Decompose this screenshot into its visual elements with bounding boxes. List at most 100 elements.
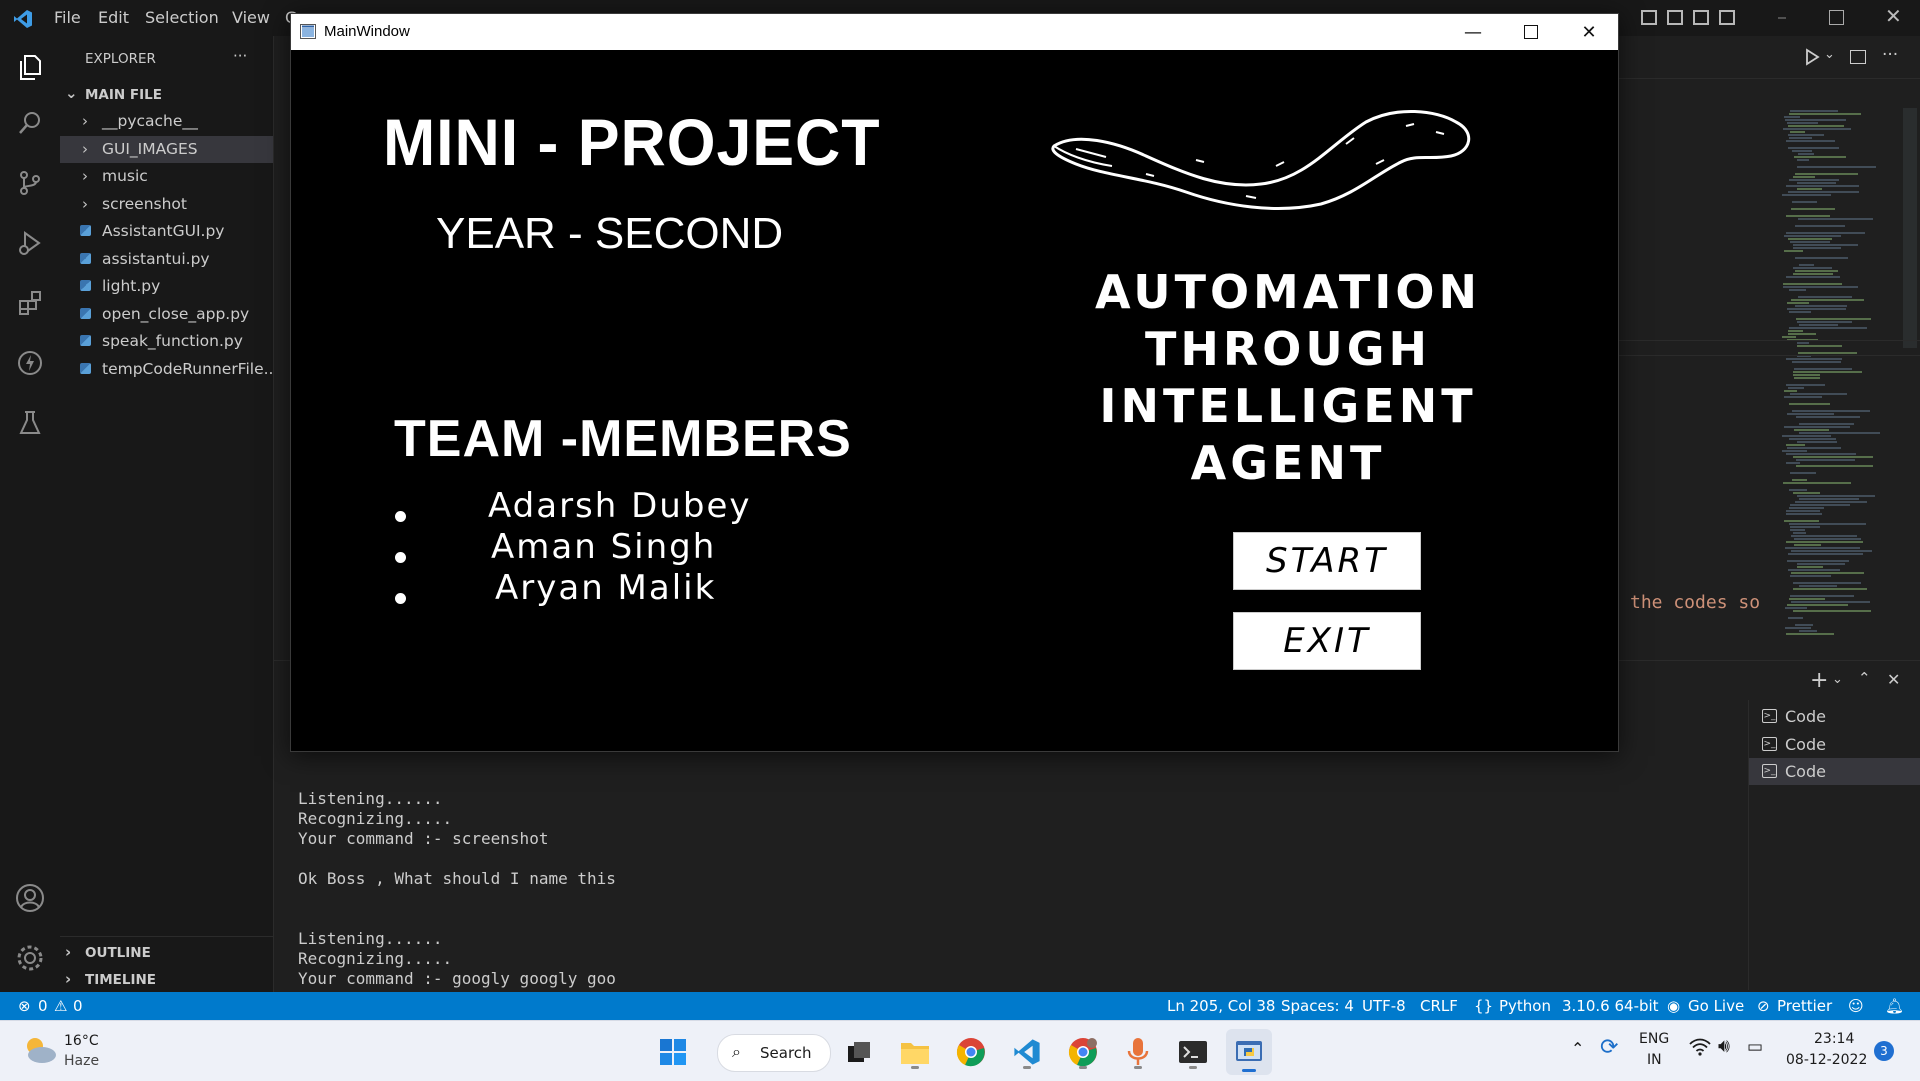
explorer-title: EXPLORER <box>85 51 156 67</box>
main-window-titlebar[interactable]: MainWindow — ✕ <box>291 14 1618 50</box>
tree-folder[interactable]: › music <box>60 163 273 190</box>
settings-gear-icon[interactable] <box>13 941 47 975</box>
warning-count[interactable]: 0 <box>73 997 83 1015</box>
explorer-more-icon[interactable]: ··· <box>233 47 247 65</box>
terminal-dropdown-icon[interactable]: ⌄ <box>1832 672 1843 687</box>
weather-condition[interactable]: Haze <box>64 1053 99 1069</box>
line-ending[interactable]: CRLF <box>1420 997 1458 1015</box>
error-count[interactable]: 0 <box>38 997 48 1015</box>
menu-edit[interactable]: Edit <box>98 8 129 27</box>
testing-flask-icon[interactable] <box>13 406 47 440</box>
start-button[interactable]: START <box>1233 532 1421 590</box>
close-panel-icon[interactable]: ✕ <box>1887 670 1900 689</box>
menu-view[interactable]: View <box>232 8 270 27</box>
tree-file[interactable]: assistantui.py <box>60 246 273 273</box>
toggle-sidebar-icon[interactable] <box>1641 10 1657 25</box>
clock-date[interactable]: 08-12-2022 <box>1786 1052 1867 1068</box>
vscode-icon[interactable] <box>1007 1032 1047 1072</box>
tree-file[interactable]: tempCodeRunnerFile.... <box>60 356 273 383</box>
show-hidden-icons-icon[interactable]: ⌃ <box>1571 1039 1584 1058</box>
microphone-icon[interactable] <box>1118 1032 1158 1072</box>
toggle-secondary-sidebar-icon[interactable] <box>1693 10 1709 25</box>
weather-haze-icon[interactable] <box>20 1034 58 1070</box>
start-icon[interactable] <box>653 1032 693 1072</box>
language-region[interactable]: IN <box>1647 1052 1662 1068</box>
window-close-icon[interactable]: ✕ <box>1560 14 1618 50</box>
minimap-line <box>1787 560 1849 562</box>
run-debug-icon[interactable] <box>13 226 47 260</box>
terminal-output[interactable]: Listening...... Recognizing..... Your comm… <box>298 789 616 989</box>
restore-icon[interactable] <box>1829 10 1844 25</box>
notification-badge[interactable]: 3 <box>1874 1041 1894 1061</box>
minimap-line <box>1797 182 1836 184</box>
window-minimize-icon[interactable]: — <box>1444 14 1502 50</box>
exit-button[interactable]: EXIT <box>1233 612 1421 670</box>
broadcast-icon[interactable]: ◉ <box>1667 997 1680 1015</box>
outline-section[interactable]: › OUTLINE <box>60 939 273 966</box>
terminal-icon[interactable] <box>1173 1032 1213 1072</box>
feedback-icon[interactable]: ☺ <box>1848 997 1864 1015</box>
tree-file[interactable]: AssistantGUI.py <box>60 218 273 245</box>
minimap-line <box>1787 302 1809 304</box>
tree-file[interactable]: light.py <box>60 273 273 300</box>
minimap-scroll-slider[interactable] <box>1903 108 1917 348</box>
chrome-icon[interactable] <box>951 1032 991 1072</box>
maximize-panel-icon[interactable]: ⌃ <box>1858 669 1871 687</box>
volume-icon[interactable]: 🔊︎ <box>1718 1035 1730 1057</box>
terminal-instance[interactable]: >_ Code <box>1749 731 1920 758</box>
minimize-icon[interactable]: ⎯ <box>1778 7 1786 27</box>
cursor-position[interactable]: Ln 205, Col 38 <box>1167 997 1275 1015</box>
file-explorer-icon[interactable] <box>895 1032 935 1072</box>
language-indicator[interactable]: ENG <box>1639 1031 1669 1047</box>
tree-file[interactable]: speak_function.py <box>60 328 273 355</box>
clock-time[interactable]: 23:14 <box>1814 1031 1854 1047</box>
go-live[interactable]: Go Live <box>1688 997 1744 1015</box>
project-title-line: AGENT <box>1190 436 1386 490</box>
language-mode[interactable]: Python <box>1499 997 1551 1015</box>
source-control-icon[interactable] <box>13 166 47 200</box>
wifi-icon[interactable] <box>1689 1038 1711 1060</box>
root-folder[interactable]: ⌄ MAIN FILE <box>60 81 273 108</box>
tree-folder[interactable]: › __pycache__ <box>60 108 273 135</box>
search-icon[interactable] <box>13 106 47 140</box>
chrome-profile-icon[interactable] <box>1063 1032 1103 1072</box>
toggle-panel-icon[interactable] <box>1667 10 1683 25</box>
task-view-icon[interactable] <box>839 1032 879 1072</box>
python-interpreter[interactable]: 3.10.6 64-bit <box>1562 997 1659 1015</box>
encoding[interactable]: UTF-8 <box>1362 997 1406 1015</box>
menu-selection[interactable]: Selection <box>145 8 219 27</box>
python-app-icon[interactable] <box>1226 1029 1272 1075</box>
close-icon[interactable]: ✕ <box>1885 4 1902 28</box>
thunder-client-icon[interactable] <box>13 346 47 380</box>
indentation[interactable]: Spaces: 4 <box>1281 997 1354 1015</box>
prettier[interactable]: Prettier <box>1777 997 1832 1015</box>
explorer-icon[interactable] <box>13 50 47 84</box>
new-terminal-icon[interactable]: + <box>1810 668 1828 693</box>
code-snippet[interactable]: the codes so <box>1630 592 1760 613</box>
taskbar-search-box[interactable]: ⌕ Search <box>717 1034 831 1072</box>
temperature[interactable]: 16°C <box>64 1033 99 1049</box>
warning-icon[interactable]: ⚠ <box>54 997 67 1015</box>
error-icon[interactable]: ⊗ <box>18 997 31 1015</box>
run-dropdown-icon[interactable]: ⌄ <box>1824 47 1835 62</box>
menu-file[interactable]: File <box>54 8 81 27</box>
accounts-icon[interactable] <box>13 881 47 915</box>
terminal-instance[interactable]: >_ Code <box>1749 703 1920 730</box>
customize-layout-icon[interactable] <box>1719 10 1735 25</box>
prettier-check-icon[interactable]: ⊘ <box>1757 997 1770 1015</box>
sync-icon[interactable]: ⟳ <box>1600 1035 1618 1060</box>
tree-folder[interactable]: › GUI_IMAGES <box>60 135 273 163</box>
run-icon[interactable] <box>1803 48 1821 70</box>
extensions-icon[interactable] <box>13 286 47 320</box>
tree-folder[interactable]: › screenshot <box>60 191 273 218</box>
split-editor-icon[interactable] <box>1850 50 1866 64</box>
terminal-instance[interactable]: >_ Code <box>1749 758 1920 785</box>
notifications-bell-icon[interactable]: 🔔︎ <box>1885 997 1904 1015</box>
more-actions-icon[interactable]: ··· <box>1882 45 1898 65</box>
braces-icon[interactable]: {} <box>1474 997 1493 1015</box>
timeline-section[interactable]: › TIMELINE <box>60 966 273 993</box>
battery-charging-icon[interactable]: ▭ <box>1747 1037 1763 1057</box>
window-maximize-icon[interactable] <box>1502 14 1560 50</box>
terminal-instance-icon: >_ <box>1762 736 1777 751</box>
tree-file[interactable]: open_close_app.py <box>60 301 273 328</box>
